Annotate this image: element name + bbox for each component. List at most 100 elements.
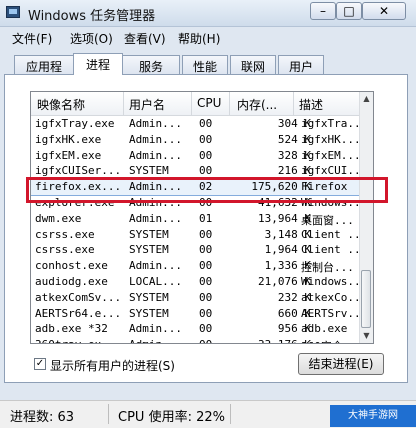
task-manager-icon: [6, 6, 20, 18]
cell-memory: 1,336 K: [264, 259, 311, 273]
table-row[interactable]: adb.exe *32 Admin... 00 956 Kadb.exe: [31, 321, 361, 337]
cell-cpu: 00: [199, 275, 213, 288]
cell-memory: 216 K: [277, 164, 311, 178]
cell-memory: 956 K: [277, 322, 311, 336]
tab-applications[interactable]: 应用程序: [14, 55, 74, 91]
cell-description: igfxHK...: [301, 132, 361, 146]
vertical-scrollbar[interactable]: ▲ ▼: [359, 92, 373, 343]
cell-user-name: Admin...: [129, 322, 182, 336]
cell-user-name: Admin...: [129, 211, 182, 225]
tab-users[interactable]: 用户: [278, 55, 324, 74]
scroll-down-arrow-icon[interactable]: ▼: [360, 329, 373, 343]
column-divider[interactable]: [293, 92, 294, 115]
list-header: 映像名称 用户名 CPU 内存(... 描述: [31, 92, 361, 116]
cell-description: Client ...: [301, 243, 368, 257]
cpu-usage: CPU 使用率: 22%: [118, 410, 225, 425]
table-row[interactable]: igfxEM.exe Admin... 00 328 KigfxEM...: [31, 148, 361, 164]
column-image-name[interactable]: 映像名称: [37, 96, 85, 113]
cell-image-name: csrss.exe: [35, 227, 95, 241]
end-process-button[interactable]: 结束进程(E): [298, 353, 384, 375]
cell-image-name: atkexComSv...: [35, 290, 122, 304]
cell-cpu: 01: [199, 211, 213, 225]
column-memory[interactable]: 内存(...: [237, 96, 277, 113]
cell-user-name: Admin...: [129, 196, 182, 209]
column-divider[interactable]: [191, 92, 192, 115]
cell-description: igfxEM...: [301, 148, 361, 162]
cell-cpu: 00: [199, 148, 213, 162]
menu-help[interactable]: 帮助(H): [178, 30, 220, 47]
tab-processes[interactable]: 进程: [73, 53, 123, 75]
show-all-users-label[interactable]: 显示所有用户的进程(S): [50, 357, 175, 374]
cell-cpu: 02: [199, 180, 213, 194]
tab-strip: 应用程序 进程 服务 性能 联网 用户: [0, 53, 416, 91]
cell-user-name: Admin...: [129, 180, 182, 194]
cell-user-name: SYSTEM: [129, 227, 169, 241]
site-badge: 大神手游网: [330, 405, 416, 427]
table-row[interactable]: csrss.exe SYSTEM 00 3,148 K Client ...: [31, 227, 367, 243]
cell-cpu: 00: [199, 227, 213, 241]
column-description[interactable]: 描述: [299, 96, 323, 113]
tab-performance[interactable]: 性能: [182, 55, 228, 74]
cell-description: igfxCUI...: [301, 164, 368, 178]
close-button[interactable]: ✕: [362, 2, 406, 20]
cell-memory: 21,076 K: [258, 275, 311, 288]
title-bar: Windows 任务管理器 – □ ✕: [0, 0, 416, 27]
minimize-button[interactable]: –: [310, 2, 336, 20]
status-divider: [108, 404, 109, 424]
cell-description: 控制台...: [301, 261, 354, 275]
table-row[interactable]: igfxCUISer... SYSTEM 00 216 KigfxCUI...: [31, 163, 367, 179]
table-row[interactable]: audiodg.exe LOCAL... 00 21,076 K Windows...: [31, 274, 367, 290]
cell-description: 360安全...: [301, 338, 363, 343]
cell-memory: 1,964 K: [264, 243, 311, 257]
menu-view[interactable]: 查看(V): [124, 30, 166, 47]
cell-description: Windows...: [301, 196, 368, 209]
menu-file[interactable]: 文件(F): [12, 30, 52, 47]
table-row[interactable]: igfxTray.exe Admin... 00 304 KigfxTra...: [31, 116, 367, 132]
show-all-users-checkbox[interactable]: ✓: [34, 358, 46, 370]
cell-cpu: 00: [199, 132, 213, 146]
cell-description: Windows...: [301, 275, 368, 288]
column-cpu[interactable]: CPU: [197, 96, 221, 110]
cell-user-name: Admin...: [129, 132, 182, 146]
table-row[interactable]: AERTSr64.e... SYSTEM 00 660 K AERTSrv...: [31, 306, 367, 322]
scroll-up-arrow-icon[interactable]: ▲: [360, 92, 373, 106]
menu-options[interactable]: 选项(O): [70, 30, 113, 47]
tab-networking[interactable]: 联网: [230, 55, 276, 74]
scroll-thumb[interactable]: [361, 270, 371, 328]
cell-user-name: SYSTEM: [129, 164, 169, 178]
process-list[interactable]: 映像名称 用户名 CPU 内存(... 描述 igfxTray.exe Admin…: [30, 91, 374, 344]
cell-cpu: 00: [199, 290, 213, 304]
table-row[interactable]: csrss.exe SYSTEM 00 1,964 K Client ...: [31, 242, 367, 258]
cell-user-name: Admin...: [129, 117, 182, 130]
cell-description: atkexCo...: [301, 290, 368, 304]
column-user-name[interactable]: 用户名: [129, 96, 165, 113]
cell-memory: 328 K: [277, 148, 311, 162]
cell-description: igfxTra...: [301, 117, 368, 130]
cell-user-name: Admin...: [129, 259, 182, 273]
cell-image-name: igfxCUISer...: [35, 164, 122, 178]
column-divider[interactable]: [229, 92, 230, 115]
table-row[interactable]: dwm.exe Admin... 01 13,964 K 桌面窗...: [31, 211, 361, 227]
cell-user-name: LOCAL...: [129, 275, 182, 288]
cell-user-name: Admin...: [129, 148, 182, 162]
table-row[interactable]: igfxHK.exe Admin... 00 524 KigfxHK...: [31, 132, 361, 148]
cell-description: 桌面窗...: [301, 213, 354, 227]
process-count: 进程数: 63: [10, 410, 75, 425]
cell-description: adb.exe: [301, 322, 348, 336]
cell-description: Client ...: [301, 227, 368, 241]
table-row[interactable]: explorer.exe Admin... 00 41,632 K Windows...: [31, 195, 367, 211]
maximize-button[interactable]: □: [336, 2, 362, 20]
cell-cpu: 00: [199, 306, 213, 320]
tab-services[interactable]: 服务: [122, 55, 180, 74]
cell-memory: 33,176 K: [235, 338, 311, 343]
table-row[interactable]: atkexComSv... SYSTEM 00 232 KatkexCo...: [31, 290, 367, 306]
table-row[interactable]: conhost.exe Admin... 00 1,336 K 控制台...: [31, 258, 361, 274]
cell-image-name: AERTSr64.e...: [35, 306, 122, 320]
table-row[interactable]: firefox.ex... Admin... 02 175,620 K Firefox: [31, 178, 362, 197]
column-divider[interactable]: [123, 92, 124, 115]
table-row[interactable]: 360tray.ex... Admin... 00 33,176 K360安全...: [31, 337, 363, 343]
cell-user-name: SYSTEM: [129, 243, 169, 257]
cell-image-name: 360tray.ex...: [35, 338, 121, 343]
cell-cpu: 00: [199, 196, 213, 209]
status-divider: [230, 404, 231, 424]
